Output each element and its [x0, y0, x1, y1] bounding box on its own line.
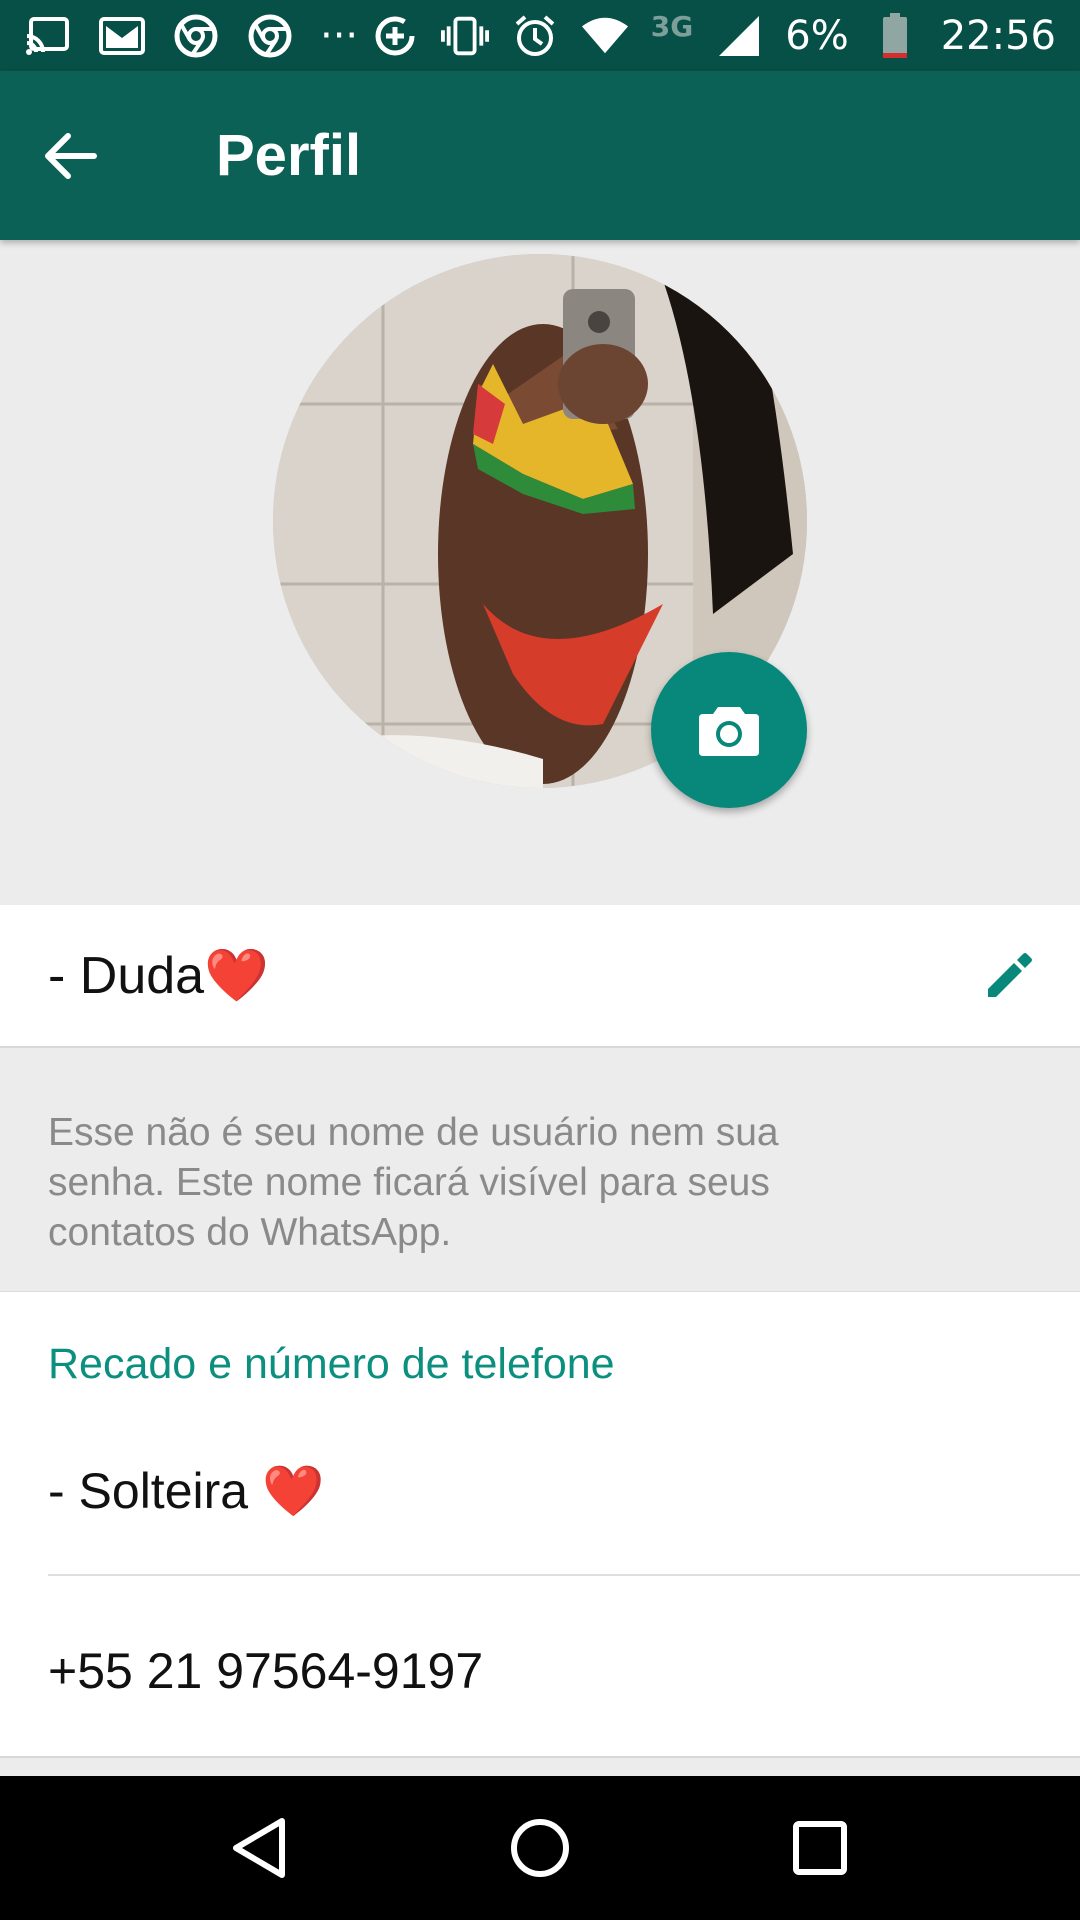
wifi-icon	[581, 12, 629, 60]
gmail-icon	[98, 12, 146, 60]
change-photo-button[interactable]	[651, 652, 807, 808]
chrome-icon	[172, 12, 220, 60]
name-section[interactable]: - Duda❤️	[0, 905, 1080, 1048]
status-left-icons: ···	[24, 12, 358, 60]
edit-name-button[interactable]	[978, 947, 1038, 1007]
data-saver-icon	[371, 12, 419, 60]
chrome-icon	[246, 12, 294, 60]
about-status[interactable]: - Solteira ❤️	[48, 1462, 324, 1521]
battery-icon	[871, 12, 919, 60]
camera-icon	[699, 707, 759, 756]
profile-photo-area	[0, 240, 1080, 905]
page-title: Perfil	[216, 123, 362, 188]
clock: 22:56	[940, 12, 1056, 59]
back-button[interactable]	[0, 71, 170, 240]
nav-home-button[interactable]	[490, 1798, 590, 1898]
cast-icon	[24, 12, 72, 60]
alarm-icon	[511, 12, 559, 60]
about-heading: Recado e número de telefone	[48, 1340, 615, 1388]
network-type: 3G	[650, 10, 694, 43]
divider	[48, 1574, 1080, 1576]
phone-number[interactable]: +55 21 97564-9197	[48, 1642, 483, 1700]
profile-name: - Duda❤️	[48, 947, 269, 1005]
back-triangle-icon	[233, 1818, 285, 1878]
more-dots-icon: ···	[320, 12, 359, 59]
vibrate-icon	[440, 12, 489, 60]
arrow-back-icon	[45, 132, 97, 179]
nav-recents-button[interactable]	[770, 1798, 870, 1898]
system-nav-bar	[0, 1776, 1080, 1920]
name-hint-section: Esse não é seu nome de usuário nem sua s…	[0, 1048, 1080, 1292]
battery-percent: 6%	[785, 12, 849, 59]
recents-square-icon	[793, 1821, 847, 1875]
nav-back-button[interactable]	[210, 1798, 310, 1898]
status-right-icons: 3G 6% 22:56	[371, 10, 1056, 60]
about-phone-section: Recado e número de telefone - Solteira ❤…	[0, 1292, 1080, 1758]
status-bar: ··· 3G 6% 22:56	[0, 0, 1080, 71]
signal-icon	[715, 12, 763, 60]
pencil-icon	[988, 953, 1032, 997]
home-circle-icon	[511, 1819, 569, 1877]
app-bar: Perfil	[0, 71, 1080, 240]
name-hint-text: Esse não é seu nome de usuário nem sua s…	[48, 1111, 779, 1254]
